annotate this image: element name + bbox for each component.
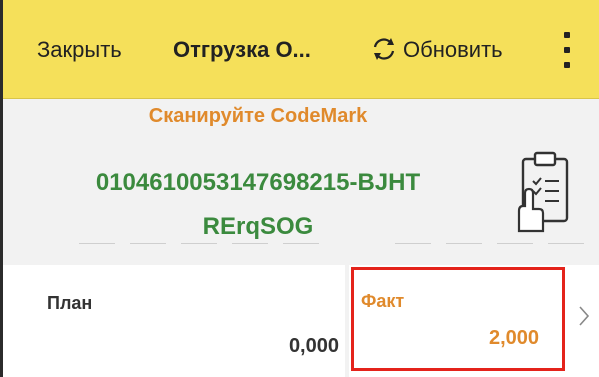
divider bbox=[497, 243, 533, 244]
scan-screen: Сканируйте CodeMark 010461005314769821­5… bbox=[3, 99, 599, 377]
chevron-right-icon[interactable] bbox=[577, 301, 591, 331]
plan-panel: План 0,000 bbox=[3, 265, 345, 377]
clipboard-scan-icon[interactable] bbox=[511, 151, 575, 233]
divider bbox=[548, 243, 584, 244]
divider bbox=[232, 243, 268, 244]
scanned-code-line-1: 010461005314769821­5-BJHT bbox=[95, 169, 421, 196]
plan-label: План bbox=[47, 293, 93, 313]
close-button[interactable]: Закрыть bbox=[37, 37, 122, 63]
app-toolbar: Закрыть Отгрузка О... Обновить bbox=[3, 0, 599, 99]
refresh-button[interactable]: Обновить bbox=[403, 37, 503, 63]
scanned-code: 010461005314769821­5-BJHT RErqSOG bbox=[3, 161, 513, 249]
highlight-frame bbox=[351, 267, 565, 371]
divider bbox=[181, 243, 217, 244]
refresh-icon[interactable] bbox=[369, 34, 399, 64]
divider bbox=[130, 243, 166, 244]
divider bbox=[446, 243, 482, 244]
divider bbox=[395, 243, 431, 244]
divider bbox=[283, 243, 319, 244]
plan-value: 0,000 bbox=[288, 335, 339, 357]
more-vertical-icon[interactable] bbox=[562, 30, 572, 70]
fact-panel[interactable]: Факт 2,000 bbox=[349, 265, 599, 377]
divider bbox=[79, 243, 115, 244]
fact-value: 2,000 bbox=[489, 327, 540, 349]
scan-prompt: Сканируйте CodeMark bbox=[148, 105, 368, 127]
document-title: Отгрузка О... bbox=[173, 37, 311, 62]
fact-label: Факт bbox=[361, 291, 405, 311]
